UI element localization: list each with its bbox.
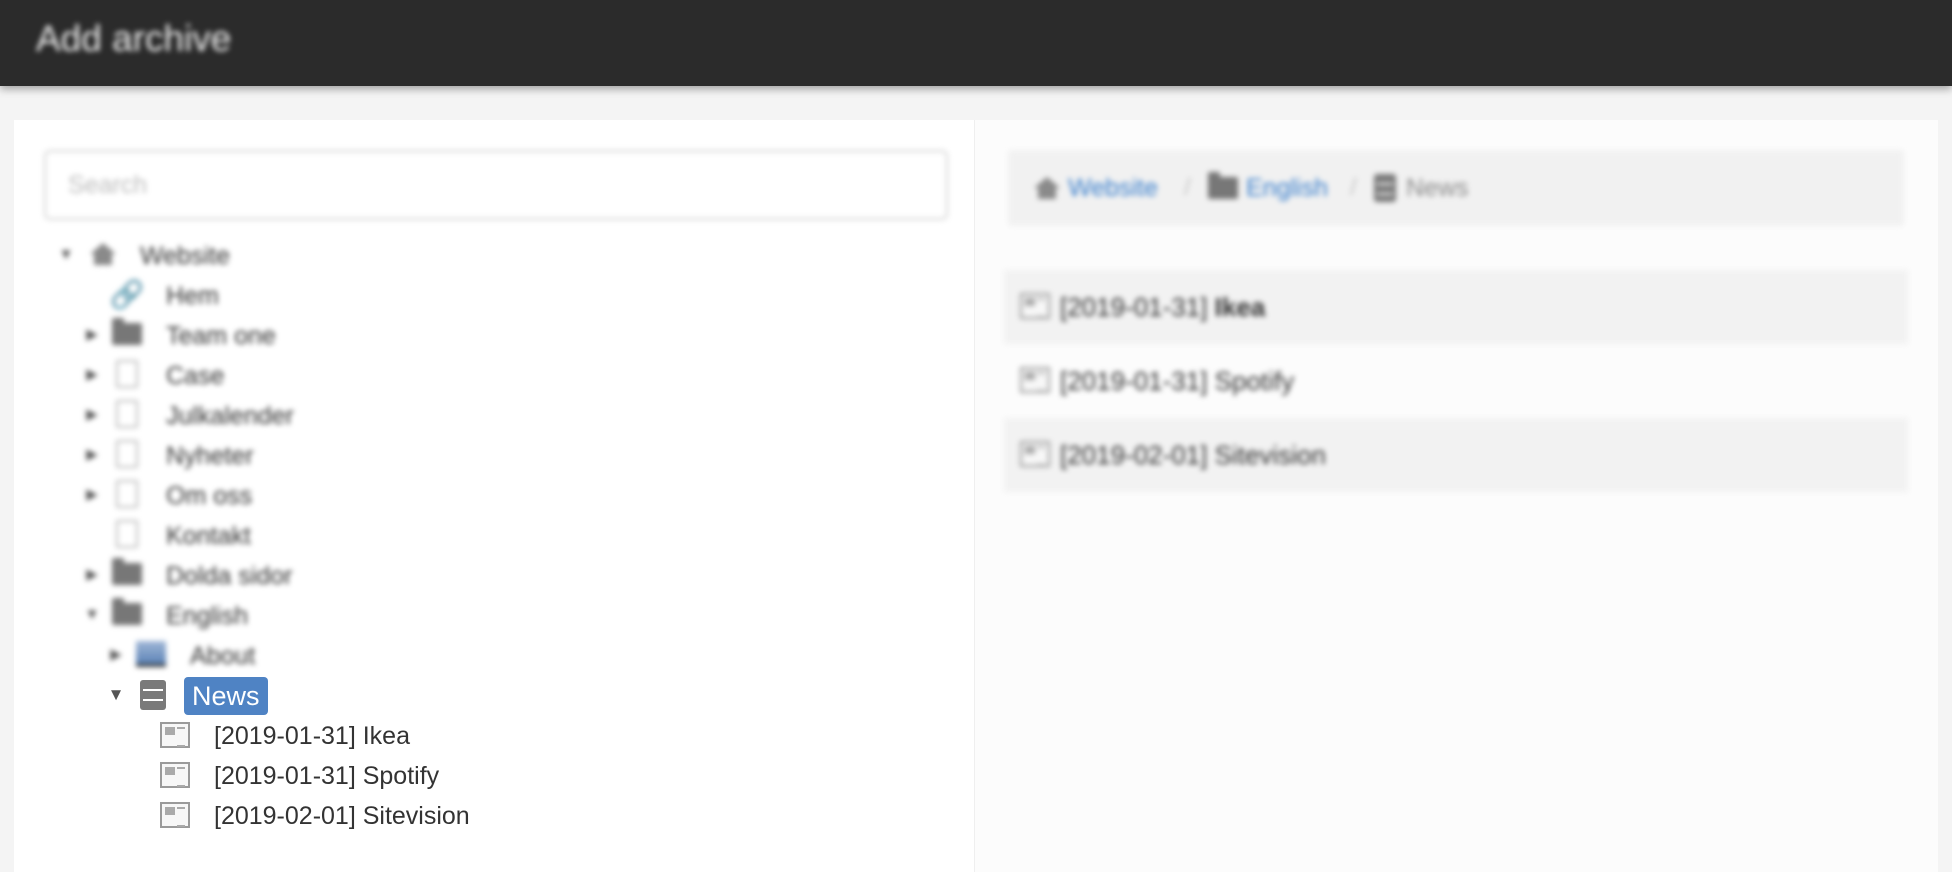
list-item[interactable]: [2019-01-31] Ikea bbox=[1004, 270, 1908, 344]
expand-toggle-icon[interactable]: ▶ bbox=[82, 559, 102, 589]
tree-node-label: [2019-01-31] Ikea bbox=[214, 722, 410, 750]
tree-node-label: English bbox=[166, 602, 248, 630]
news-article-icon bbox=[1020, 367, 1050, 393]
page-icon bbox=[112, 399, 142, 429]
search-input[interactable] bbox=[46, 152, 946, 218]
expand-toggle-icon[interactable]: ▼ bbox=[56, 239, 76, 269]
news-article-icon bbox=[1020, 293, 1050, 319]
dialog-titlebar: Add archive bbox=[0, 0, 1952, 86]
tree-node-label: About bbox=[190, 642, 256, 670]
house-icon bbox=[88, 239, 118, 269]
tree-node-label-selected: News bbox=[184, 677, 268, 715]
breadcrumb-label: English bbox=[1246, 173, 1328, 202]
breadcrumb-item-english[interactable]: English bbox=[1208, 172, 1328, 204]
tree-node-label: [2019-01-31] Spotify bbox=[214, 762, 440, 790]
list-item-label: [2019-01-31] Spotify bbox=[1060, 366, 1295, 396]
dialog-title: Add archive bbox=[36, 18, 232, 59]
list-item[interactable]: [2019-02-01] Sitevision bbox=[1004, 418, 1908, 492]
page-icon bbox=[112, 479, 142, 509]
breadcrumb-separator: / bbox=[1350, 174, 1357, 201]
image-page-icon bbox=[136, 639, 166, 669]
expand-toggle-icon[interactable]: ▶ bbox=[82, 399, 102, 429]
page-icon bbox=[112, 439, 142, 469]
folder-icon bbox=[112, 598, 142, 629]
archive-icon bbox=[138, 680, 168, 710]
tree-node-label: Team one bbox=[166, 322, 276, 350]
expand-toggle-icon[interactable]: ▶ bbox=[82, 359, 102, 389]
expand-toggle-icon[interactable]: ▶ bbox=[82, 479, 102, 509]
tree-node-label: Nyheter bbox=[166, 442, 254, 470]
list-item-label-emphasis: Ikea bbox=[1214, 292, 1266, 322]
breadcrumb: Website / English / News bbox=[1008, 150, 1904, 226]
breadcrumb-label: Website bbox=[1068, 173, 1158, 202]
list-item[interactable]: [2019-01-31] Spotify bbox=[1004, 344, 1908, 418]
expand-toggle-icon[interactable]: ▶ bbox=[82, 319, 102, 349]
news-article-icon bbox=[1020, 441, 1050, 467]
search-box[interactable] bbox=[44, 150, 948, 220]
news-article-icon bbox=[160, 760, 190, 790]
collapse-toggle-icon[interactable]: ▼ bbox=[106, 680, 126, 710]
list-item-label: [2019-02-01] Sitevision bbox=[1060, 440, 1326, 470]
folder-icon bbox=[112, 558, 142, 589]
expand-toggle-icon[interactable]: ▶ bbox=[82, 439, 102, 469]
collapse-toggle-icon[interactable]: ▼ bbox=[82, 599, 102, 629]
page-icon bbox=[112, 519, 142, 549]
news-article-icon bbox=[160, 720, 190, 750]
expand-toggle-icon[interactable]: ▶ bbox=[106, 639, 126, 669]
breadcrumb-separator: / bbox=[1184, 174, 1191, 201]
tree-node-label: Hem bbox=[166, 282, 219, 310]
house-icon bbox=[1034, 177, 1060, 199]
tree-node-label: Dolda sidor bbox=[166, 562, 293, 590]
tree-node-label: Kontakt bbox=[166, 522, 251, 550]
list-item-label: [2019-01-31] Ikea bbox=[1060, 292, 1266, 322]
folder-icon bbox=[112, 318, 142, 349]
tree-node-label: Case bbox=[166, 362, 225, 390]
tree-pane bbox=[14, 120, 974, 872]
breadcrumb-item-news: News bbox=[1374, 172, 1469, 204]
news-article-icon bbox=[160, 800, 190, 830]
folder-icon bbox=[1208, 172, 1238, 199]
link-icon: 🔗 bbox=[109, 278, 145, 310]
archive-icon bbox=[1374, 174, 1396, 202]
content-pane bbox=[974, 120, 1938, 872]
page-icon bbox=[112, 359, 142, 389]
breadcrumb-item-website[interactable]: Website bbox=[1034, 172, 1158, 204]
tree-node-label: Om oss bbox=[166, 482, 253, 510]
tree-node-label: Website bbox=[140, 242, 230, 270]
tree-node-label: Julkalender bbox=[166, 402, 294, 430]
breadcrumb-label: News bbox=[1406, 173, 1469, 202]
tree-node-label: [2019-02-01] Sitevision bbox=[214, 802, 470, 830]
